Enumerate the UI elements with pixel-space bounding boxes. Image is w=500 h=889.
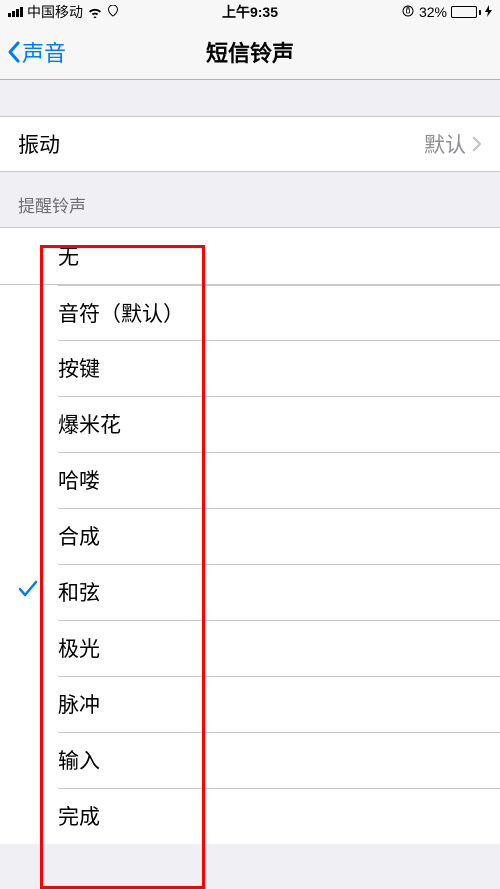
charging-icon — [485, 4, 492, 20]
ringtone-label: 完成 — [58, 801, 100, 831]
status-bar: 中国移动 上午9:35 32% — [0, 0, 500, 24]
back-label: 声音 — [22, 36, 66, 68]
ringtone-label: 无 — [58, 241, 79, 271]
ringtone-label: 和弦 — [58, 577, 100, 607]
ringtone-row[interactable]: 输入 — [0, 732, 500, 788]
ringtone-row[interactable]: 按键 — [0, 340, 500, 396]
ringtone-label: 脉冲 — [58, 689, 100, 719]
ringtone-row[interactable]: 完成 — [0, 788, 500, 844]
battery-icon — [451, 6, 481, 18]
vibration-value: 默认 — [424, 129, 466, 159]
vibration-label: 振动 — [18, 129, 60, 159]
section-header-alert-tones: 提醒铃声 — [0, 172, 500, 227]
ringtone-label: 音符（默认） — [58, 298, 184, 328]
battery-percent: 32% — [419, 4, 447, 20]
status-left: 中国移动 — [8, 2, 119, 22]
chevron-right-icon — [472, 136, 482, 152]
rotation-lock-icon — [401, 4, 415, 21]
ringtone-row[interactable]: 无 — [0, 228, 500, 284]
ringtone-row[interactable]: 极光 — [0, 620, 500, 676]
wifi-icon — [87, 6, 103, 18]
ringtone-label: 按键 — [58, 353, 100, 383]
group-spacer — [0, 80, 500, 116]
ringtone-row[interactable]: 爆米花 — [0, 396, 500, 452]
ringtone-row[interactable]: 和弦 — [0, 564, 500, 620]
ringtone-row[interactable]: 脉冲 — [0, 676, 500, 732]
chevron-left-icon — [6, 40, 22, 64]
ringtone-label: 极光 — [58, 633, 100, 663]
carrier-label: 中国移动 — [27, 2, 83, 22]
ringtone-label: 哈喽 — [58, 465, 100, 495]
vibration-value-wrap: 默认 — [424, 129, 482, 159]
ringtone-row[interactable]: 合成 — [0, 508, 500, 564]
ringtone-label: 输入 — [58, 745, 100, 775]
ringtone-label: 爆米花 — [58, 409, 121, 439]
do-not-disturb-icon — [107, 4, 119, 20]
page-title: 短信铃声 — [206, 36, 294, 68]
ringtone-row[interactable]: 音符（默认） — [0, 284, 500, 340]
vibration-cell[interactable]: 振动 默认 — [0, 116, 500, 172]
signal-icon — [8, 7, 23, 17]
ringtone-label: 合成 — [58, 521, 100, 551]
ringtone-row[interactable]: 哈喽 — [0, 452, 500, 508]
ringtone-list: 无 音符（默认） 按键 爆米花 哈喽 合成 和弦 极光 脉冲 输入 完成 — [0, 227, 500, 844]
status-right: 32% — [401, 4, 492, 21]
nav-header: 声音 短信铃声 — [0, 24, 500, 80]
status-time: 上午9:35 — [222, 2, 278, 22]
back-button[interactable]: 声音 — [0, 36, 66, 68]
checkmark-icon — [18, 580, 38, 604]
